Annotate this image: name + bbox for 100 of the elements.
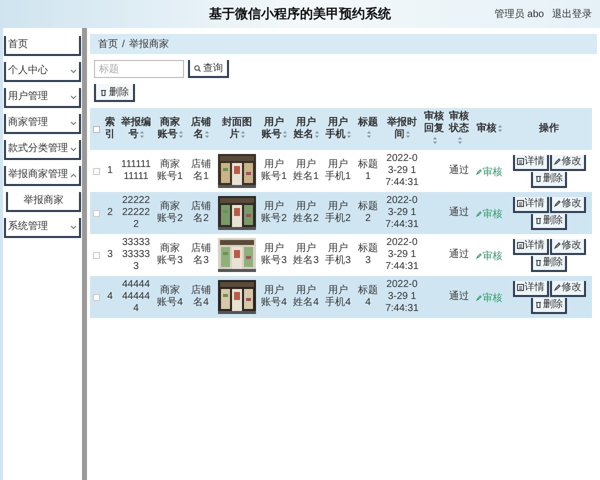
table-cell: 通过: [446, 150, 472, 192]
column-header[interactable]: 用户手机: [322, 108, 354, 150]
action-button[interactable]: 修改: [550, 280, 586, 296]
sort-icon[interactable]: [406, 130, 410, 138]
sort-icon[interactable]: [346, 130, 350, 138]
scrollbar[interactable]: [82, 28, 87, 480]
column-header[interactable]: 用户账号: [258, 108, 290, 150]
sort-icon[interactable]: [432, 136, 436, 144]
table-cell: 用户手机1: [322, 150, 354, 192]
action-button[interactable]: 修改: [550, 154, 586, 170]
table-cell: 2022-03-29 17:44:31: [382, 276, 422, 318]
sidebar-item[interactable]: 举报商家管理: [4, 166, 81, 186]
pencil-icon: [476, 253, 482, 259]
action-button[interactable]: 修改: [550, 196, 586, 212]
column-header[interactable]: 封面图片: [216, 108, 258, 150]
pencil-icon: [554, 158, 560, 165]
action-button[interactable]: 详情: [512, 196, 548, 212]
action-button[interactable]: 删除: [531, 298, 567, 314]
sidebar-item[interactable]: 首页: [4, 36, 81, 56]
column-header[interactable]: 用户姓名: [290, 108, 322, 150]
checkbox[interactable]: [92, 210, 100, 216]
chevron-icon: [70, 224, 77, 230]
document-icon: [516, 158, 524, 165]
table-cell: 用户账号3: [258, 234, 290, 276]
review-link[interactable]: 审核: [476, 164, 502, 180]
column-header[interactable]: 操作: [506, 108, 592, 150]
sidebar-item[interactable]: 商家管理: [4, 114, 81, 134]
table-cell: 店铺名2: [186, 192, 216, 234]
column-header[interactable]: 索引: [102, 108, 118, 150]
table-cell: 2022-03-29 17:44:31: [382, 234, 422, 276]
pencil-icon: [476, 211, 482, 217]
logout-link[interactable]: 退出登录: [552, 6, 592, 22]
table-cell: 1: [102, 150, 118, 192]
review-link[interactable]: 审核: [476, 248, 502, 264]
table-cell: 22222222222: [118, 192, 154, 234]
breadcrumb-link[interactable]: 举报商家: [128, 36, 169, 52]
sidebar-item[interactable]: 个人中心: [4, 62, 81, 82]
table-cell: 通过: [446, 234, 472, 276]
table-cell: 用户手机3: [322, 234, 354, 276]
submenu-item[interactable]: 举报商家: [6, 192, 81, 212]
sort-icon[interactable]: [140, 130, 144, 138]
column-header[interactable]: 举报编号: [118, 108, 154, 150]
table-cell: 用户姓名1: [290, 150, 322, 192]
checkbox[interactable]: [92, 168, 100, 174]
table-cell: 用户手机4: [322, 276, 354, 318]
column-header[interactable]: 标题: [354, 108, 382, 150]
column-header[interactable]: 商家账号: [154, 108, 186, 150]
sort-icon[interactable]: [178, 130, 182, 138]
sort-icon[interactable]: [498, 124, 502, 132]
column-header[interactable]: 举报时间: [382, 108, 422, 150]
chevron-icon: [70, 146, 77, 152]
table-cell: 商家账号3: [154, 234, 186, 276]
action-button[interactable]: 删除: [531, 214, 567, 230]
trash-icon: [100, 88, 107, 96]
table-cell: 3: [102, 234, 118, 276]
column-header[interactable]: 审核状态: [446, 108, 472, 150]
search-button[interactable]: 查询: [188, 60, 229, 78]
table-cell: 4: [102, 276, 118, 318]
action-button[interactable]: 详情: [512, 238, 548, 254]
sidebar-item[interactable]: 用户管理: [4, 88, 81, 108]
delete-button[interactable]: 删除: [94, 84, 135, 102]
sort-icon[interactable]: [282, 130, 286, 138]
column-header[interactable]: 审核回复: [422, 108, 446, 150]
sort-icon[interactable]: [204, 130, 208, 138]
sort-icon[interactable]: [314, 130, 318, 138]
table-cell: 标题1: [354, 150, 382, 192]
sidebar-item[interactable]: 款式分类管理: [4, 140, 81, 160]
sort-icon[interactable]: [240, 130, 244, 138]
table-cell: 标题3: [354, 234, 382, 276]
action-button[interactable]: 删除: [531, 172, 567, 188]
document-icon: [516, 242, 524, 249]
table-cell: 33333333333: [118, 234, 154, 276]
column-header[interactable]: 审核: [472, 108, 506, 150]
action-button[interactable]: 详情: [512, 154, 548, 170]
checkbox[interactable]: [92, 126, 100, 132]
table-cell: 用户账号1: [258, 150, 290, 192]
action-button[interactable]: 删除: [531, 256, 567, 272]
action-button[interactable]: 修改: [550, 238, 586, 254]
chevron-icon: [70, 172, 77, 178]
column-header[interactable]: 店铺名: [186, 108, 216, 150]
table-cell: 用户账号2: [258, 192, 290, 234]
sort-icon[interactable]: [458, 136, 462, 144]
pencil-icon: [476, 169, 482, 175]
document-icon: [516, 200, 524, 207]
action-button[interactable]: 详情: [512, 280, 548, 296]
app-title: 基于微信小程序的美甲预约系统: [209, 5, 391, 24]
table-cell: 店铺名3: [186, 234, 216, 276]
checkbox[interactable]: [92, 252, 100, 258]
search-icon: [194, 64, 201, 72]
search-field[interactable]: 标题: [94, 60, 184, 78]
sidebar-item[interactable]: 系统管理: [4, 218, 81, 238]
table-cell: 用户姓名4: [290, 276, 322, 318]
table-cell: 2022-03-29 17:44:31: [382, 150, 422, 192]
sort-icon[interactable]: [366, 130, 370, 138]
table-cell: 44444444444: [118, 276, 154, 318]
breadcrumb-link[interactable]: 首页: [98, 36, 118, 52]
checkbox[interactable]: [92, 294, 100, 300]
table-cell: 11111111111: [118, 150, 154, 192]
table-cell: 标题2: [354, 192, 382, 234]
pencil-icon: [554, 284, 560, 291]
